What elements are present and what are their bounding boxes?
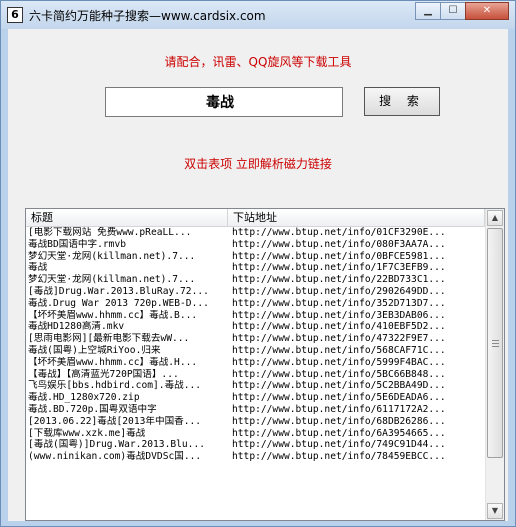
table-row[interactable]: 毒战(国粤)上空城RiYoo.归来 http://www.btup.net/inf… xyxy=(26,345,485,357)
row-address: http://www.btup.net/info/5999F4BAC... xyxy=(232,356,446,368)
row-title: [2013.06.22]毒战[2013年中国香... xyxy=(28,415,202,427)
row-address: http://www.btup.net/info/5C2BBA49D... xyxy=(232,380,446,392)
table-row[interactable]: 【毒战】【高清蓝光720P国语】... http://www.btup.net/i… xyxy=(26,369,485,381)
row-address: http://www.btup.net/info/749C91D44... xyxy=(232,439,446,451)
table-row[interactable]: [思雨电影网][最新电影下载去wW... http://www.btup.net/… xyxy=(26,333,485,345)
table-row[interactable]: 毒战.BD.720p.国粤双语中字 http://www.btup.net/inf… xyxy=(26,404,485,416)
table-row[interactable]: [毒战]Drug.War.2013.BluRay.72... http://www… xyxy=(26,286,485,298)
table-row[interactable]: 【坏坏美眉www.hhmm.cc】毒战.H... http://www.btup.… xyxy=(26,357,485,369)
row-address: http://www.btup.net/info/1F7C3EFB9... xyxy=(232,262,446,274)
row-address: http://www.btup.net/info/78459EBCC... xyxy=(232,451,446,463)
results-list[interactable]: 标题 下站地址 [电影下载网站 免费www.pReaLL... http://ww… xyxy=(25,208,505,521)
row-address: http://www.btup.net/info/0BFCE5981... xyxy=(232,250,446,262)
list-rows: [电影下载网站 免费www.pReaLL... http://www.btup.n… xyxy=(26,227,485,463)
title-bar[interactable]: 6 六卡简约万能种子搜索—www.cardsix.com ▁ ☐ ✕ xyxy=(1,1,515,29)
vertical-scrollbar[interactable]: ▲ ▼ xyxy=(485,209,504,520)
row-address: http://www.btup.net/info/3EB3DAB06... xyxy=(232,309,446,321)
row-title: [毒战]Drug.War.2013.BluRay.72... xyxy=(28,285,209,297)
row-title: [下载库www.xzk.me]毒战 xyxy=(28,427,146,439)
row-address: http://www.btup.net/info/5BC66B848... xyxy=(232,368,446,380)
app-icon: 6 xyxy=(7,7,23,23)
search-button[interactable]: 搜 索 xyxy=(364,87,440,116)
table-row[interactable]: 毒战HD1280高清.mkv http://www.btup.net/info/4… xyxy=(26,321,485,333)
row-title: (www.ninikan.com)毒战DVDSc国... xyxy=(28,451,202,463)
row-address: http://www.btup.net/info/410EBF5D2... xyxy=(232,321,446,333)
window-title: 六卡简约万能种子搜索—www.cardsix.com xyxy=(29,9,266,23)
table-row[interactable]: [电影下载网站 免费www.pReaLL... http://www.btup.n… xyxy=(26,227,485,239)
row-address: http://www.btup.net/info/22BD733C1... xyxy=(232,274,446,286)
table-row[interactable]: (www.ninikan.com)毒战DVDSc国... http://www.b… xyxy=(26,451,485,463)
row-address: http://www.btup.net/info/68DB26286... xyxy=(232,415,446,427)
search-input[interactable] xyxy=(105,87,343,117)
grip-line xyxy=(492,346,499,347)
row-address: http://www.btup.net/info/6A3954665... xyxy=(232,427,446,439)
table-row[interactable]: 毒战BD国语中字.rmvb http://www.btup.net/info/08… xyxy=(26,239,485,251)
table-row[interactable]: [2013.06.22]毒战[2013年中国香... http://www.btu… xyxy=(26,416,485,428)
table-row[interactable]: 毒战.HD_1280x720.zip http://www.btup.net/in… xyxy=(26,392,485,404)
row-title: 毒战(国粤)上空城RiYoo.归来 xyxy=(28,344,161,356)
row-title: [电影下载网站 免费www.pReaLL... xyxy=(28,227,192,238)
row-address: http://www.btup.net/info/5E6DEADA6... xyxy=(232,392,446,404)
row-address: http://www.btup.net/info/352D713D7... xyxy=(232,297,446,309)
row-title: [思雨电影网][最新电影下载去wW... xyxy=(28,333,190,345)
table-row[interactable]: [毒战(国粤)]Drug.War.2013.Blu... http://www.b… xyxy=(26,439,485,451)
row-title: 【毒战】【高清蓝光720P国语】... xyxy=(28,368,179,380)
minimize-button[interactable]: ▁ xyxy=(415,2,441,20)
row-title: 毒战 xyxy=(28,262,48,274)
double-click-hint: 双击表项 立即解析磁力链接 xyxy=(184,157,332,171)
row-address: http://www.btup.net/info/2902649DD... xyxy=(232,285,446,297)
row-title: 飞鸟娱乐[bbs.hdbird.com].毒战... xyxy=(28,380,202,392)
row-address: http://www.btup.net/info/6117172A2... xyxy=(232,403,446,415)
download-tool-notice: 请配合，讯雷、QQ旋风等下载工具 xyxy=(164,55,352,69)
client-area: 请配合，讯雷、QQ旋风等下载工具 搜 索 双击表项 立即解析磁力链接 标题 下站… xyxy=(8,29,508,521)
row-title: 毒战HD1280高清.mkv xyxy=(28,321,125,333)
table-row[interactable]: 飞鸟娱乐[bbs.hdbird.com].毒战... http://www.btu… xyxy=(26,380,485,392)
table-row[interactable]: 【坏坏美眉www.hhmm.cc】毒战.B... http://www.btup.… xyxy=(26,310,485,322)
grip-line xyxy=(492,340,499,341)
row-title: 梦幻天堂·龙网(killman.net).7... xyxy=(28,250,196,262)
table-row[interactable]: 毒战.Drug War 2013 720p.WEB-D... http://www… xyxy=(26,298,485,310)
table-row[interactable]: [下载库www.xzk.me]毒战 http://www.btup.net/inf… xyxy=(26,428,485,440)
scroll-up-arrow-icon[interactable]: ▲ xyxy=(487,210,503,226)
table-row[interactable]: 梦幻天堂·龙网(killman.net).7... http://www.btup… xyxy=(26,274,485,286)
row-address: http://www.btup.net/info/01CF3290E... xyxy=(232,227,446,238)
row-title: 毒战.BD.720p.国粤双语中字 xyxy=(28,403,157,415)
row-title: 毒战.HD_1280x720.zip xyxy=(28,392,140,404)
grip-line xyxy=(492,343,499,344)
row-address: http://www.btup.net/info/568CAF71C... xyxy=(232,344,446,356)
row-title: 【坏坏美眉www.hhmm.cc】毒战.H... xyxy=(28,356,198,368)
row-address: http://www.btup.net/info/080F3AA7A... xyxy=(232,238,446,250)
table-row[interactable]: 梦幻天堂·龙网(killman.net).7... http://www.btup… xyxy=(26,251,485,263)
window-controls: ▁ ☐ ✕ xyxy=(415,2,509,22)
row-title: 【坏坏美眉www.hhmm.cc】毒战.B... xyxy=(28,309,198,321)
row-title: 毒战BD国语中字.rmvb xyxy=(28,238,126,250)
app-window: 6 六卡简约万能种子搜索—www.cardsix.com ▁ ☐ ✕ 请配合，讯… xyxy=(0,0,516,527)
maximize-button[interactable]: ☐ xyxy=(440,2,466,20)
row-title: [毒战(国粤)]Drug.War.2013.Blu... xyxy=(28,439,205,451)
scrollbar-thumb[interactable] xyxy=(487,228,503,458)
list-header: 标题 下站地址 xyxy=(26,209,485,227)
close-button[interactable]: ✕ xyxy=(465,2,509,20)
row-title: 梦幻天堂·龙网(killman.net).7... xyxy=(28,274,196,286)
table-row[interactable]: 毒战 http://www.btup.net/info/1F7C3EFB9... xyxy=(26,262,485,274)
row-address: http://www.btup.net/info/47322F9E7... xyxy=(232,333,446,345)
column-header-address[interactable]: 下站地址 xyxy=(228,209,485,226)
scroll-down-arrow-icon[interactable]: ▼ xyxy=(487,503,503,519)
row-title: 毒战.Drug War 2013 720p.WEB-D... xyxy=(28,297,209,309)
column-header-title[interactable]: 标题 xyxy=(26,209,228,226)
